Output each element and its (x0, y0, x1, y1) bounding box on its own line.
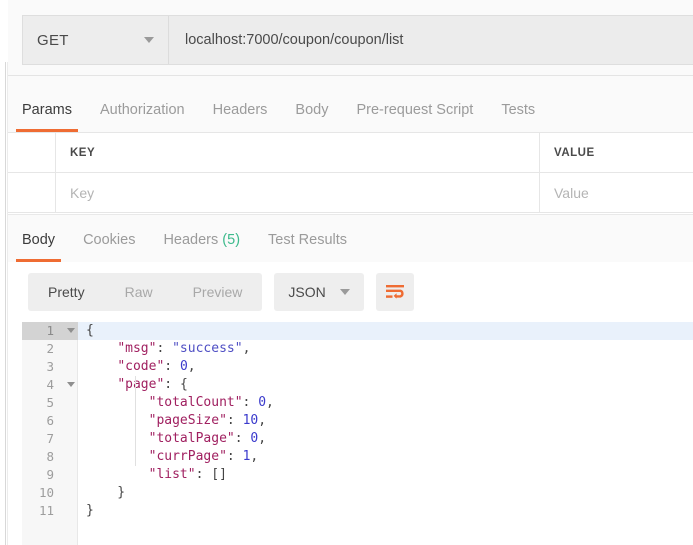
response-tab-headers-label: Headers (163, 232, 219, 248)
line-number: 4 (22, 376, 78, 394)
line-number: 1 (22, 322, 78, 340)
params-table: KEY VALUE Key Value (8, 132, 693, 214)
code-line: 2 "msg": "success", (22, 340, 693, 358)
param-key-placeholder: Key (70, 184, 95, 201)
response-tabs-bar: Body Cookies Headers (5) Test Results (8, 214, 693, 262)
response-tab-test-results[interactable]: Test Results (268, 232, 347, 262)
fold-toggle-icon[interactable] (67, 328, 75, 333)
response-tabs: Body Cookies Headers (5) Test Results (8, 215, 693, 262)
response-tab-headers[interactable]: Headers (5) (163, 232, 240, 262)
tab-body[interactable]: Body (295, 102, 328, 132)
word-wrap-icon (385, 285, 404, 299)
code-text: "page": { (117, 377, 188, 392)
tab-params[interactable]: Params (16, 102, 78, 132)
tab-headers[interactable]: Headers (213, 102, 268, 132)
view-mode-raw[interactable]: Raw (105, 273, 173, 311)
response-view-mode-group: Pretty Raw Preview (28, 273, 263, 311)
code-text: "code": 0, (117, 359, 196, 374)
code-line: 9 "list": [] (22, 466, 693, 484)
params-header-row: KEY VALUE (8, 133, 693, 173)
line-number: 2 (46, 341, 54, 356)
code-text: "pageSize": 10, (148, 413, 267, 428)
params-header-value-cell: VALUE (540, 133, 693, 172)
response-language-dropdown[interactable]: JSON (274, 273, 364, 311)
code-line: 5 "totalCount": 0, (22, 394, 693, 412)
table-row: Key Value (8, 173, 693, 213)
chevron-down-icon (339, 289, 350, 295)
code-line: 10 } (22, 484, 693, 502)
line-number: 7 (46, 431, 54, 446)
code-line: 11} (22, 502, 693, 520)
fold-toggle-icon[interactable] (67, 382, 75, 387)
code-text: "msg": "success", (117, 341, 251, 356)
line-number: 9 (46, 467, 54, 482)
column-header-value: VALUE (554, 146, 595, 159)
sidebar-divider (5, 62, 6, 545)
line-number: 10 (38, 485, 54, 500)
code-text: } (86, 485, 126, 500)
column-header-key: KEY (70, 146, 96, 159)
tab-pre-request-script[interactable]: Pre-request Script (356, 102, 473, 132)
tab-authorization[interactable]: Authorization (100, 102, 185, 132)
request-url-group: GET localhost:7000/coupon/coupon/list (22, 15, 693, 65)
params-header-key-cell: KEY (56, 133, 540, 172)
response-toolbar: Pretty Raw Preview JSON (8, 262, 693, 322)
headers-count-badge: (5) (222, 232, 241, 248)
params-header-checkbox-cell (8, 133, 56, 172)
request-url-bar: GET localhost:7000/coupon/coupon/list (8, 0, 693, 76)
response-language-label: JSON (288, 284, 326, 300)
code-text: "totalCount": 0, (148, 395, 274, 410)
sidebar-divider-secondary (7, 62, 8, 545)
code-line: 8 "currPage": 1, (22, 448, 693, 466)
param-key-input[interactable]: Key (56, 173, 540, 212)
view-mode-preview[interactable]: Preview (173, 273, 263, 311)
line-number: 5 (46, 395, 54, 410)
request-url-input[interactable]: localhost:7000/coupon/coupon/list (169, 16, 693, 64)
chevron-down-icon (144, 37, 154, 43)
response-tab-cookies[interactable]: Cookies (83, 232, 135, 262)
line-number: 8 (46, 449, 54, 464)
indent-guide (135, 376, 136, 466)
http-method-label: GET (37, 31, 69, 49)
http-method-dropdown[interactable]: GET (23, 16, 169, 64)
tab-tests[interactable]: Tests (501, 102, 535, 132)
param-value-placeholder: Value (554, 184, 589, 201)
code-line: 7 "totalPage": 0, (22, 430, 693, 448)
param-value-input[interactable]: Value (540, 173, 693, 212)
code-line: 3 "code": 0, (22, 358, 693, 376)
line-number: 6 (46, 413, 54, 428)
line-number: 11 (38, 503, 54, 518)
response-tab-body[interactable]: Body (15, 232, 62, 262)
code-text: } (86, 503, 94, 518)
code-line: 4 "page": { (22, 376, 693, 394)
code-line: 1{ (22, 322, 693, 340)
word-wrap-button[interactable] (375, 273, 414, 311)
editor-code-lines: 1{2 "msg": "success", 3 "code": 0, 4 "page… (22, 322, 693, 520)
request-tabs-bar: Params Authorization Headers Body Pre-re… (8, 76, 693, 132)
code-text: "totalPage": 0, (148, 431, 267, 446)
param-row-checkbox[interactable] (8, 173, 56, 212)
code-text: "list": [] (148, 467, 227, 482)
view-mode-pretty[interactable]: Pretty (28, 273, 105, 311)
response-body-editor[interactable]: 1{2 "msg": "success", 3 "code": 0, 4 "page… (22, 322, 693, 545)
code-line: 6 "pageSize": 10, (22, 412, 693, 430)
line-number: 3 (46, 359, 54, 374)
code-text: "currPage": 1, (148, 449, 259, 464)
code-text: { (86, 323, 94, 338)
left-sidebar-edge (0, 0, 8, 545)
request-tabs: Params Authorization Headers Body Pre-re… (8, 76, 693, 132)
